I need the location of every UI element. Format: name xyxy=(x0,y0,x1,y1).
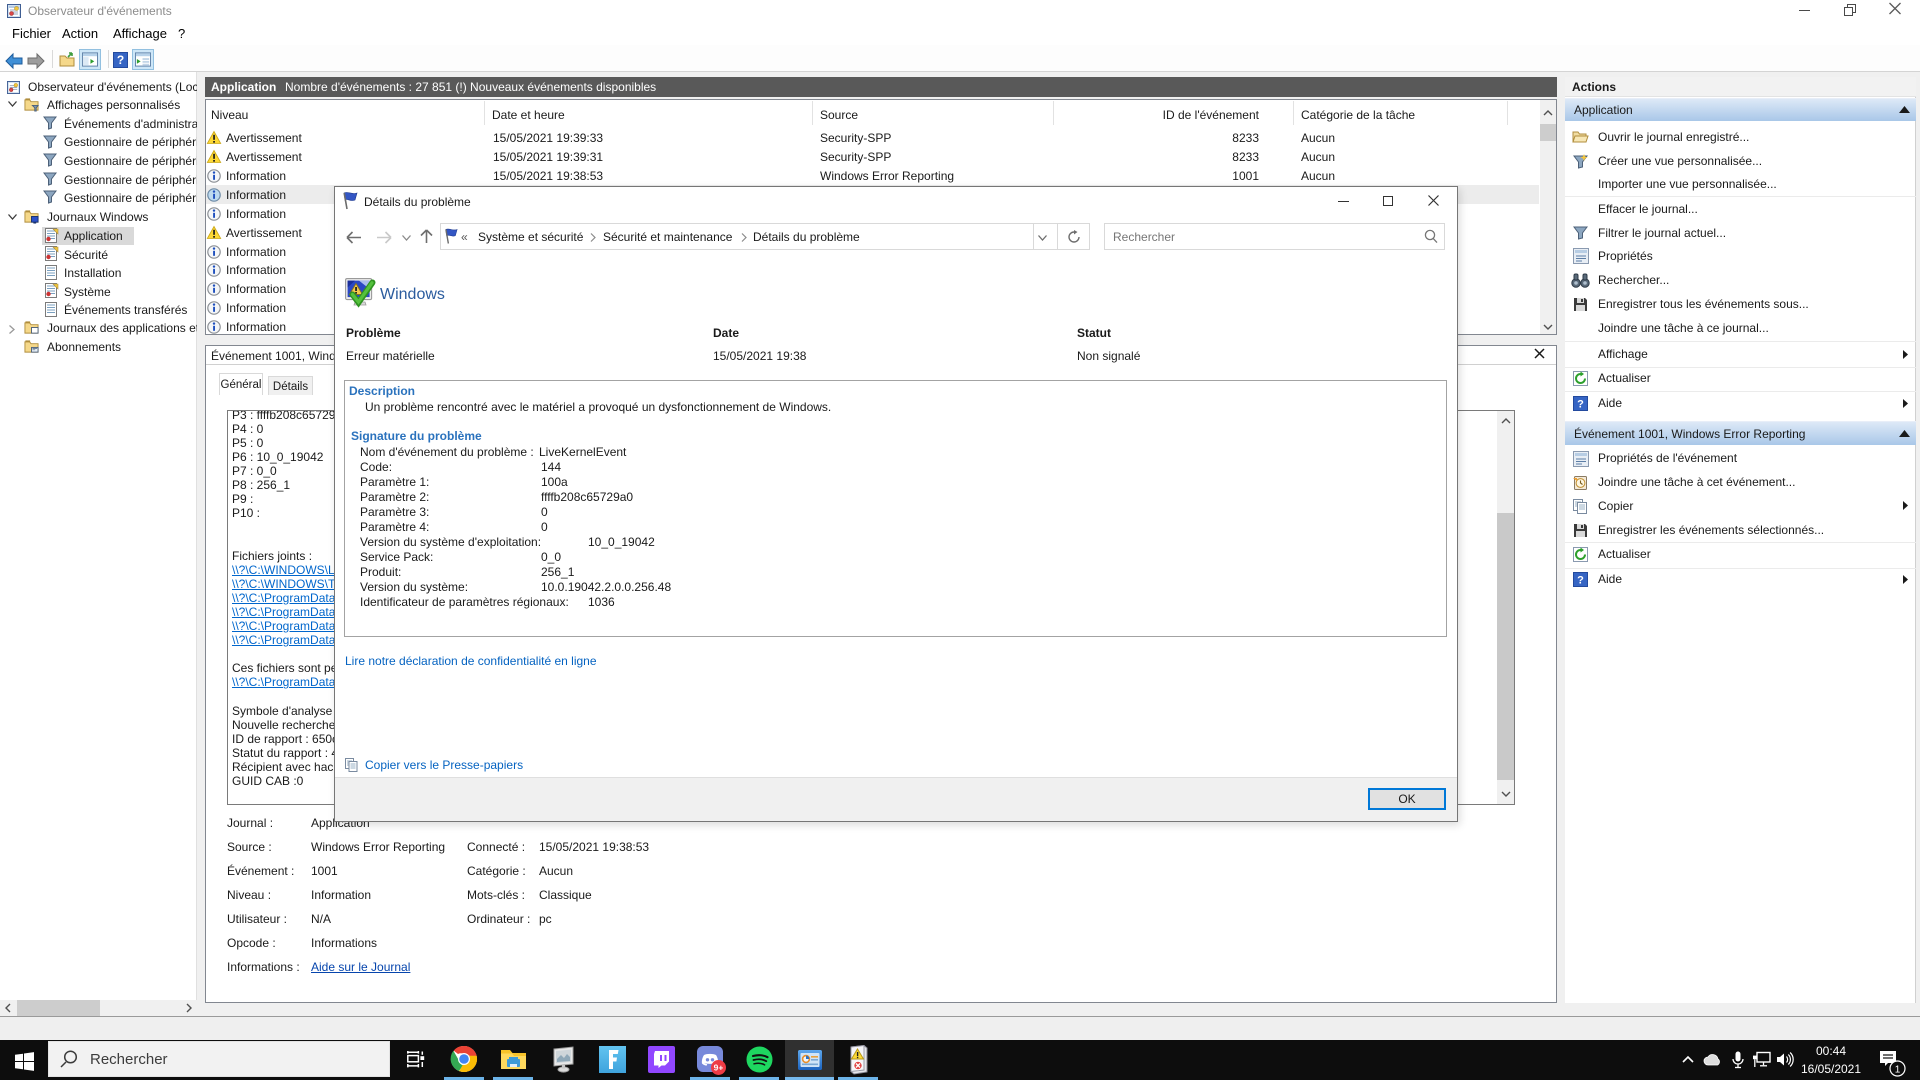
svg-text:?: ? xyxy=(1577,399,1584,411)
svg-text:?: ? xyxy=(1577,575,1584,587)
svg-text:1: 1 xyxy=(1895,1065,1901,1076)
svg-text:9+: 9+ xyxy=(714,1063,724,1073)
